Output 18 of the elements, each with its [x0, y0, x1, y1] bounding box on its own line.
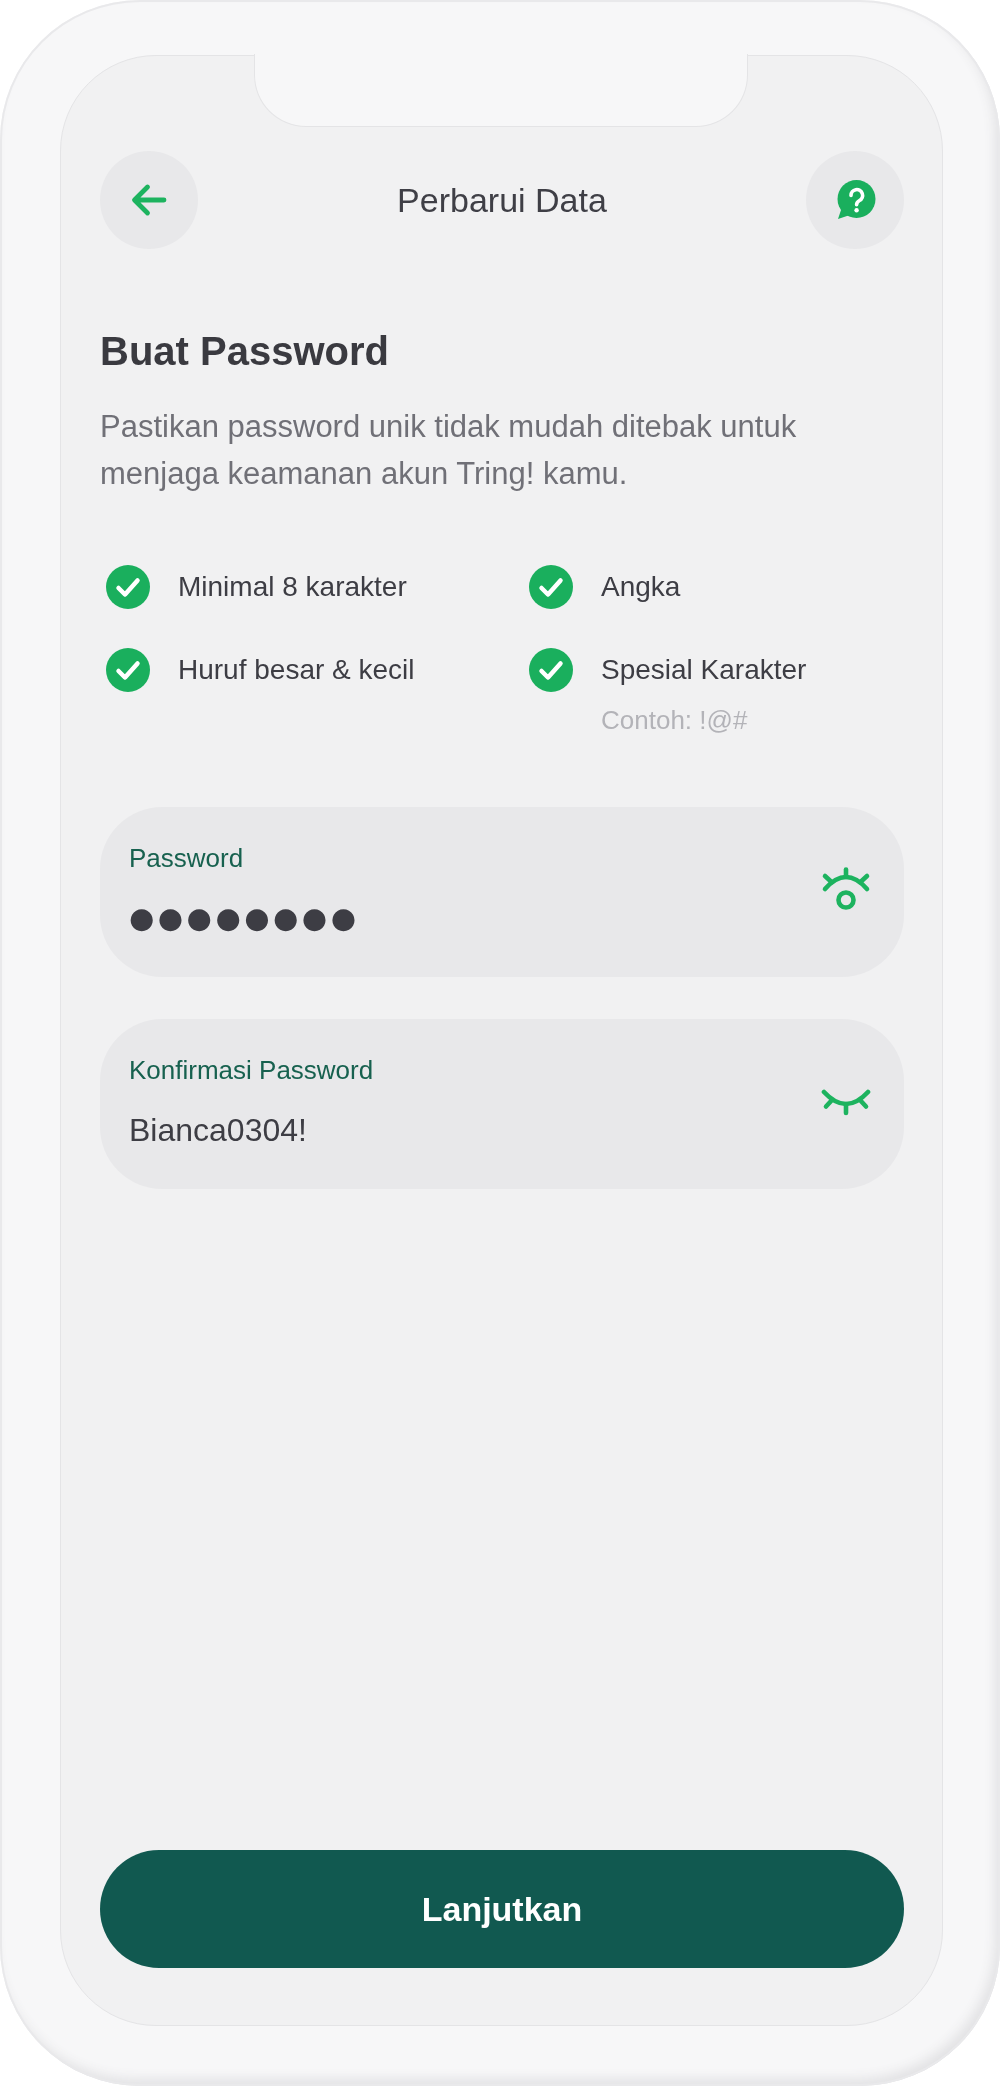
- requirement-label: Minimal 8 karakter: [178, 570, 407, 604]
- field-value: ●●●●●●●●: [129, 900, 360, 937]
- back-arrow-icon: [131, 183, 167, 217]
- requirement-label: Huruf besar & kecil: [178, 653, 415, 687]
- requirement-label: Spesial Karakter: [601, 653, 807, 687]
- eye-icon[interactable]: [821, 867, 871, 912]
- page-heading: Buat Password: [100, 328, 390, 375]
- password-field[interactable]: Password ●●●●●●●●: [100, 807, 904, 977]
- field-value: Bianca0304!: [129, 1111, 307, 1150]
- requirement-label: Angka: [601, 570, 681, 604]
- description-text: Pastikan password unik tidak mudah ditebak untuk menjaga keamanan akun Tring! kamu.: [100, 408, 798, 493]
- field-label: Konfirmasi Password: [129, 1054, 374, 1087]
- requirement-hint: Contoh: !@#: [601, 704, 749, 736]
- continue-button[interactable]: Lanjutkan: [100, 1850, 904, 1968]
- closed-eye-icon[interactable]: [821, 1087, 871, 1116]
- screen-title: Perbarui Data: [397, 180, 607, 220]
- field-label: Password: [129, 842, 244, 875]
- password-field[interactable]: Konfirmasi Password Bianca0304!: [100, 1019, 904, 1189]
